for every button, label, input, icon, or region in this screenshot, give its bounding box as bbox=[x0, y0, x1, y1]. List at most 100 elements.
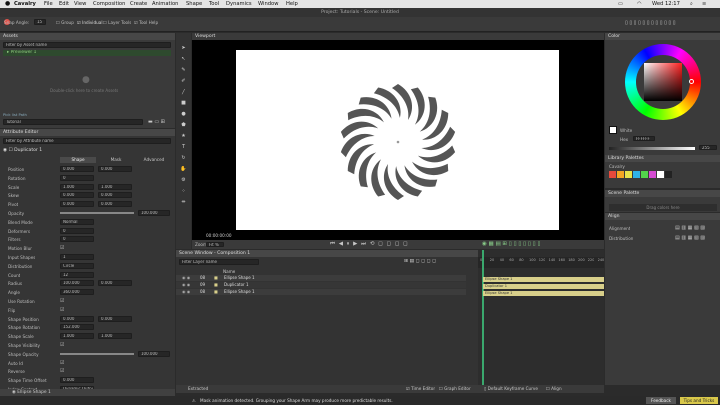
visibility-icon[interactable]: ◉ ◉ bbox=[182, 282, 190, 288]
alignment-buttons[interactable]: ▤ ▥ ▦ ▧ ▨ bbox=[675, 225, 705, 231]
timeline-ruler[interactable]: 020406080100120140160180200220240 bbox=[478, 257, 604, 268]
layer-tools-toggle[interactable]: ☐ Layer Tools bbox=[103, 20, 131, 25]
visibility-icon[interactable]: ◉ ◉ bbox=[182, 275, 190, 281]
scene-icons[interactable]: ⊞ ▤ ◻ ◻ ◻ ◻ bbox=[404, 259, 436, 264]
attribute-search-input[interactable]: Filter by Attribute name bbox=[3, 138, 171, 144]
checkbox-icon[interactable]: ☑ bbox=[60, 245, 64, 251]
palette-swatch[interactable] bbox=[617, 171, 624, 178]
pivot-point[interactable] bbox=[396, 140, 400, 144]
hex-input[interactable]: FFFFFF bbox=[633, 136, 655, 141]
keyframe-curve-select[interactable]: ▯ Default Keyframe Curve bbox=[484, 385, 538, 393]
library-item[interactable]: Cavalry bbox=[609, 164, 625, 169]
checkbox-icon[interactable]: ☑ bbox=[60, 360, 64, 366]
brightness-slider[interactable] bbox=[609, 147, 695, 150]
palette-swatch[interactable] bbox=[649, 171, 656, 178]
attribute-value-input[interactable]: 1.000 bbox=[60, 183, 94, 190]
attribute-value-input[interactable]: 100.000 bbox=[138, 350, 170, 357]
attribute-value-input[interactable]: 0.000 bbox=[60, 377, 94, 384]
tips-button[interactable]: Tips and Tricks bbox=[680, 397, 718, 404]
menu-animation[interactable]: Animation bbox=[152, 0, 178, 8]
attribute-value-input[interactable]: 0.000 bbox=[98, 166, 132, 172]
gear-icon[interactable]: ⚙ bbox=[180, 177, 187, 184]
current-color-swatch[interactable] bbox=[609, 126, 617, 134]
menu-view[interactable]: View bbox=[74, 0, 86, 8]
palette-swatch[interactable] bbox=[665, 171, 672, 178]
star-tool-icon[interactable]: ★ bbox=[180, 133, 187, 140]
hue-handle[interactable] bbox=[689, 79, 694, 84]
view-options-icons[interactable]: ◉ ▦ ▤ ⊞ ▯ ▯ ▯ ▯ ▯ ▯ ▯ bbox=[482, 241, 540, 247]
assets-search-input[interactable]: Filter by Asset name bbox=[3, 42, 171, 48]
apple-icon[interactable]: ● bbox=[5, 0, 10, 8]
composition-canvas[interactable] bbox=[236, 50, 559, 230]
layer-search-input[interactable]: Filter Layer name bbox=[179, 259, 259, 265]
scene-palette-dropzone[interactable]: Drag colors here bbox=[609, 204, 717, 211]
value-slider[interactable] bbox=[60, 352, 134, 355]
ellipse-tool-icon[interactable]: ● bbox=[180, 111, 187, 118]
timeline-bar[interactable]: Ellipse Shape 1 bbox=[483, 277, 604, 282]
graph-editor-tab[interactable]: ☐ Graph Editor bbox=[439, 385, 471, 393]
direct-select-icon[interactable]: ↖ bbox=[180, 56, 187, 63]
attribute-value-input[interactable]: 0.000 bbox=[98, 201, 132, 208]
zoom-input[interactable]: Fit % bbox=[206, 242, 224, 247]
text-tool-icon[interactable]: T bbox=[180, 144, 187, 151]
attribute-value-input[interactable]: 1.000 bbox=[98, 333, 132, 340]
menu-file[interactable]: File bbox=[44, 0, 53, 8]
transport-controls[interactable]: ⏮ ◀ ⏸ ▶ ⏭ ⟲ ◻ ◻ ◻ ◻ bbox=[330, 241, 409, 248]
palette-swatch[interactable] bbox=[633, 171, 640, 178]
group-toggle[interactable]: ☐ Group bbox=[56, 20, 74, 25]
rectangle-tool-icon[interactable]: ■ bbox=[180, 100, 187, 107]
select-tool-icon[interactable]: ➤ bbox=[180, 45, 187, 52]
tab-advanced[interactable]: Advanced bbox=[136, 157, 172, 163]
pencil-tool-icon[interactable]: ✐ bbox=[180, 78, 187, 85]
menu-tool[interactable]: Tool bbox=[209, 0, 219, 8]
eye-icon[interactable]: ◉ ☐ bbox=[3, 148, 14, 153]
checkbox-icon[interactable]: ☑ bbox=[60, 298, 64, 304]
palette-swatch[interactable] bbox=[657, 171, 664, 178]
palette-swatch[interactable] bbox=[625, 171, 632, 178]
menu-dynamics[interactable]: Dynamics bbox=[226, 0, 252, 8]
checkbox-icon[interactable]: ☑ bbox=[60, 368, 64, 374]
attribute-value-input[interactable]: 0 bbox=[60, 236, 94, 243]
attribute-value-input[interactable]: 0.000 bbox=[60, 201, 94, 208]
search-icon[interactable]: ⌕ bbox=[690, 0, 693, 8]
menu-create[interactable]: Create bbox=[130, 0, 147, 8]
menu-window[interactable]: Window bbox=[258, 0, 278, 8]
palette-swatch[interactable] bbox=[609, 171, 616, 178]
layer-row[interactable]: ◉ ◉ 08 ■ Ellipse Shape 1 bbox=[176, 289, 466, 295]
project-path-input[interactable]: Tutorial bbox=[3, 119, 143, 125]
attribute-value-input[interactable]: 100.000 bbox=[138, 210, 170, 216]
tab-mask[interactable]: Mask bbox=[98, 157, 134, 163]
menu-help[interactable]: Help bbox=[286, 0, 298, 8]
tab-shape[interactable]: Shape bbox=[60, 157, 96, 163]
attribute-value-input[interactable]: 152.000 bbox=[60, 324, 94, 331]
hand-tool-icon[interactable]: ✋ bbox=[180, 166, 187, 173]
polygon-tool-icon[interactable]: ⬟ bbox=[180, 122, 187, 129]
align-toggle[interactable]: ☐ Align bbox=[546, 385, 562, 393]
brightness-input[interactable]: 255 bbox=[699, 145, 717, 150]
layout-icons[interactable]: ▯ ▯ ▯ ▯ ▯ ▯ ▯ ▯ ▯ ▯ ▯ ▯ bbox=[625, 20, 676, 26]
menu-composition[interactable]: Composition bbox=[93, 0, 125, 8]
saturation-square[interactable] bbox=[644, 63, 682, 101]
attribute-value-input[interactable]: 12 bbox=[60, 271, 94, 278]
menu-shape[interactable]: Shape bbox=[186, 0, 202, 8]
pen-tool-icon[interactable]: ✎ bbox=[180, 67, 187, 74]
playhead[interactable] bbox=[482, 250, 484, 385]
dots-icon[interactable]: ⁘ bbox=[180, 188, 187, 195]
checkbox-icon[interactable]: ☑ bbox=[60, 342, 64, 348]
menu-edit[interactable]: Edit bbox=[59, 0, 69, 8]
asset-item[interactable]: ▸ Previewer 1 bbox=[3, 50, 171, 56]
attribute-value-input[interactable]: 0 bbox=[60, 174, 94, 181]
attribute-value-input[interactable]: 1.000 bbox=[98, 183, 132, 190]
attribute-value-input[interactable]: 100.000 bbox=[60, 280, 94, 287]
snap-angle-input[interactable]: 15 bbox=[34, 19, 46, 25]
timeline-bar[interactable]: Ellipse Shape 1 bbox=[483, 291, 604, 296]
rotate-tool-icon[interactable]: ↻ bbox=[180, 155, 187, 162]
folder-icon[interactable]: ▬ ▭ ⊞ bbox=[148, 119, 165, 125]
attribute-value-input[interactable]: 1.000 bbox=[60, 333, 94, 340]
timeline-bar[interactable]: Duplicator 1 bbox=[483, 284, 604, 289]
attribute-value-input[interactable]: 0.000 bbox=[98, 315, 132, 322]
split-icon[interactable]: ⇹ bbox=[180, 199, 187, 206]
attribute-value-input[interactable]: 0.000 bbox=[60, 192, 94, 199]
layer-row[interactable]: ◉ ◉ 09 ■ Duplicator 1 bbox=[176, 282, 466, 288]
attribute-value-input[interactable]: 1 bbox=[60, 254, 94, 260]
